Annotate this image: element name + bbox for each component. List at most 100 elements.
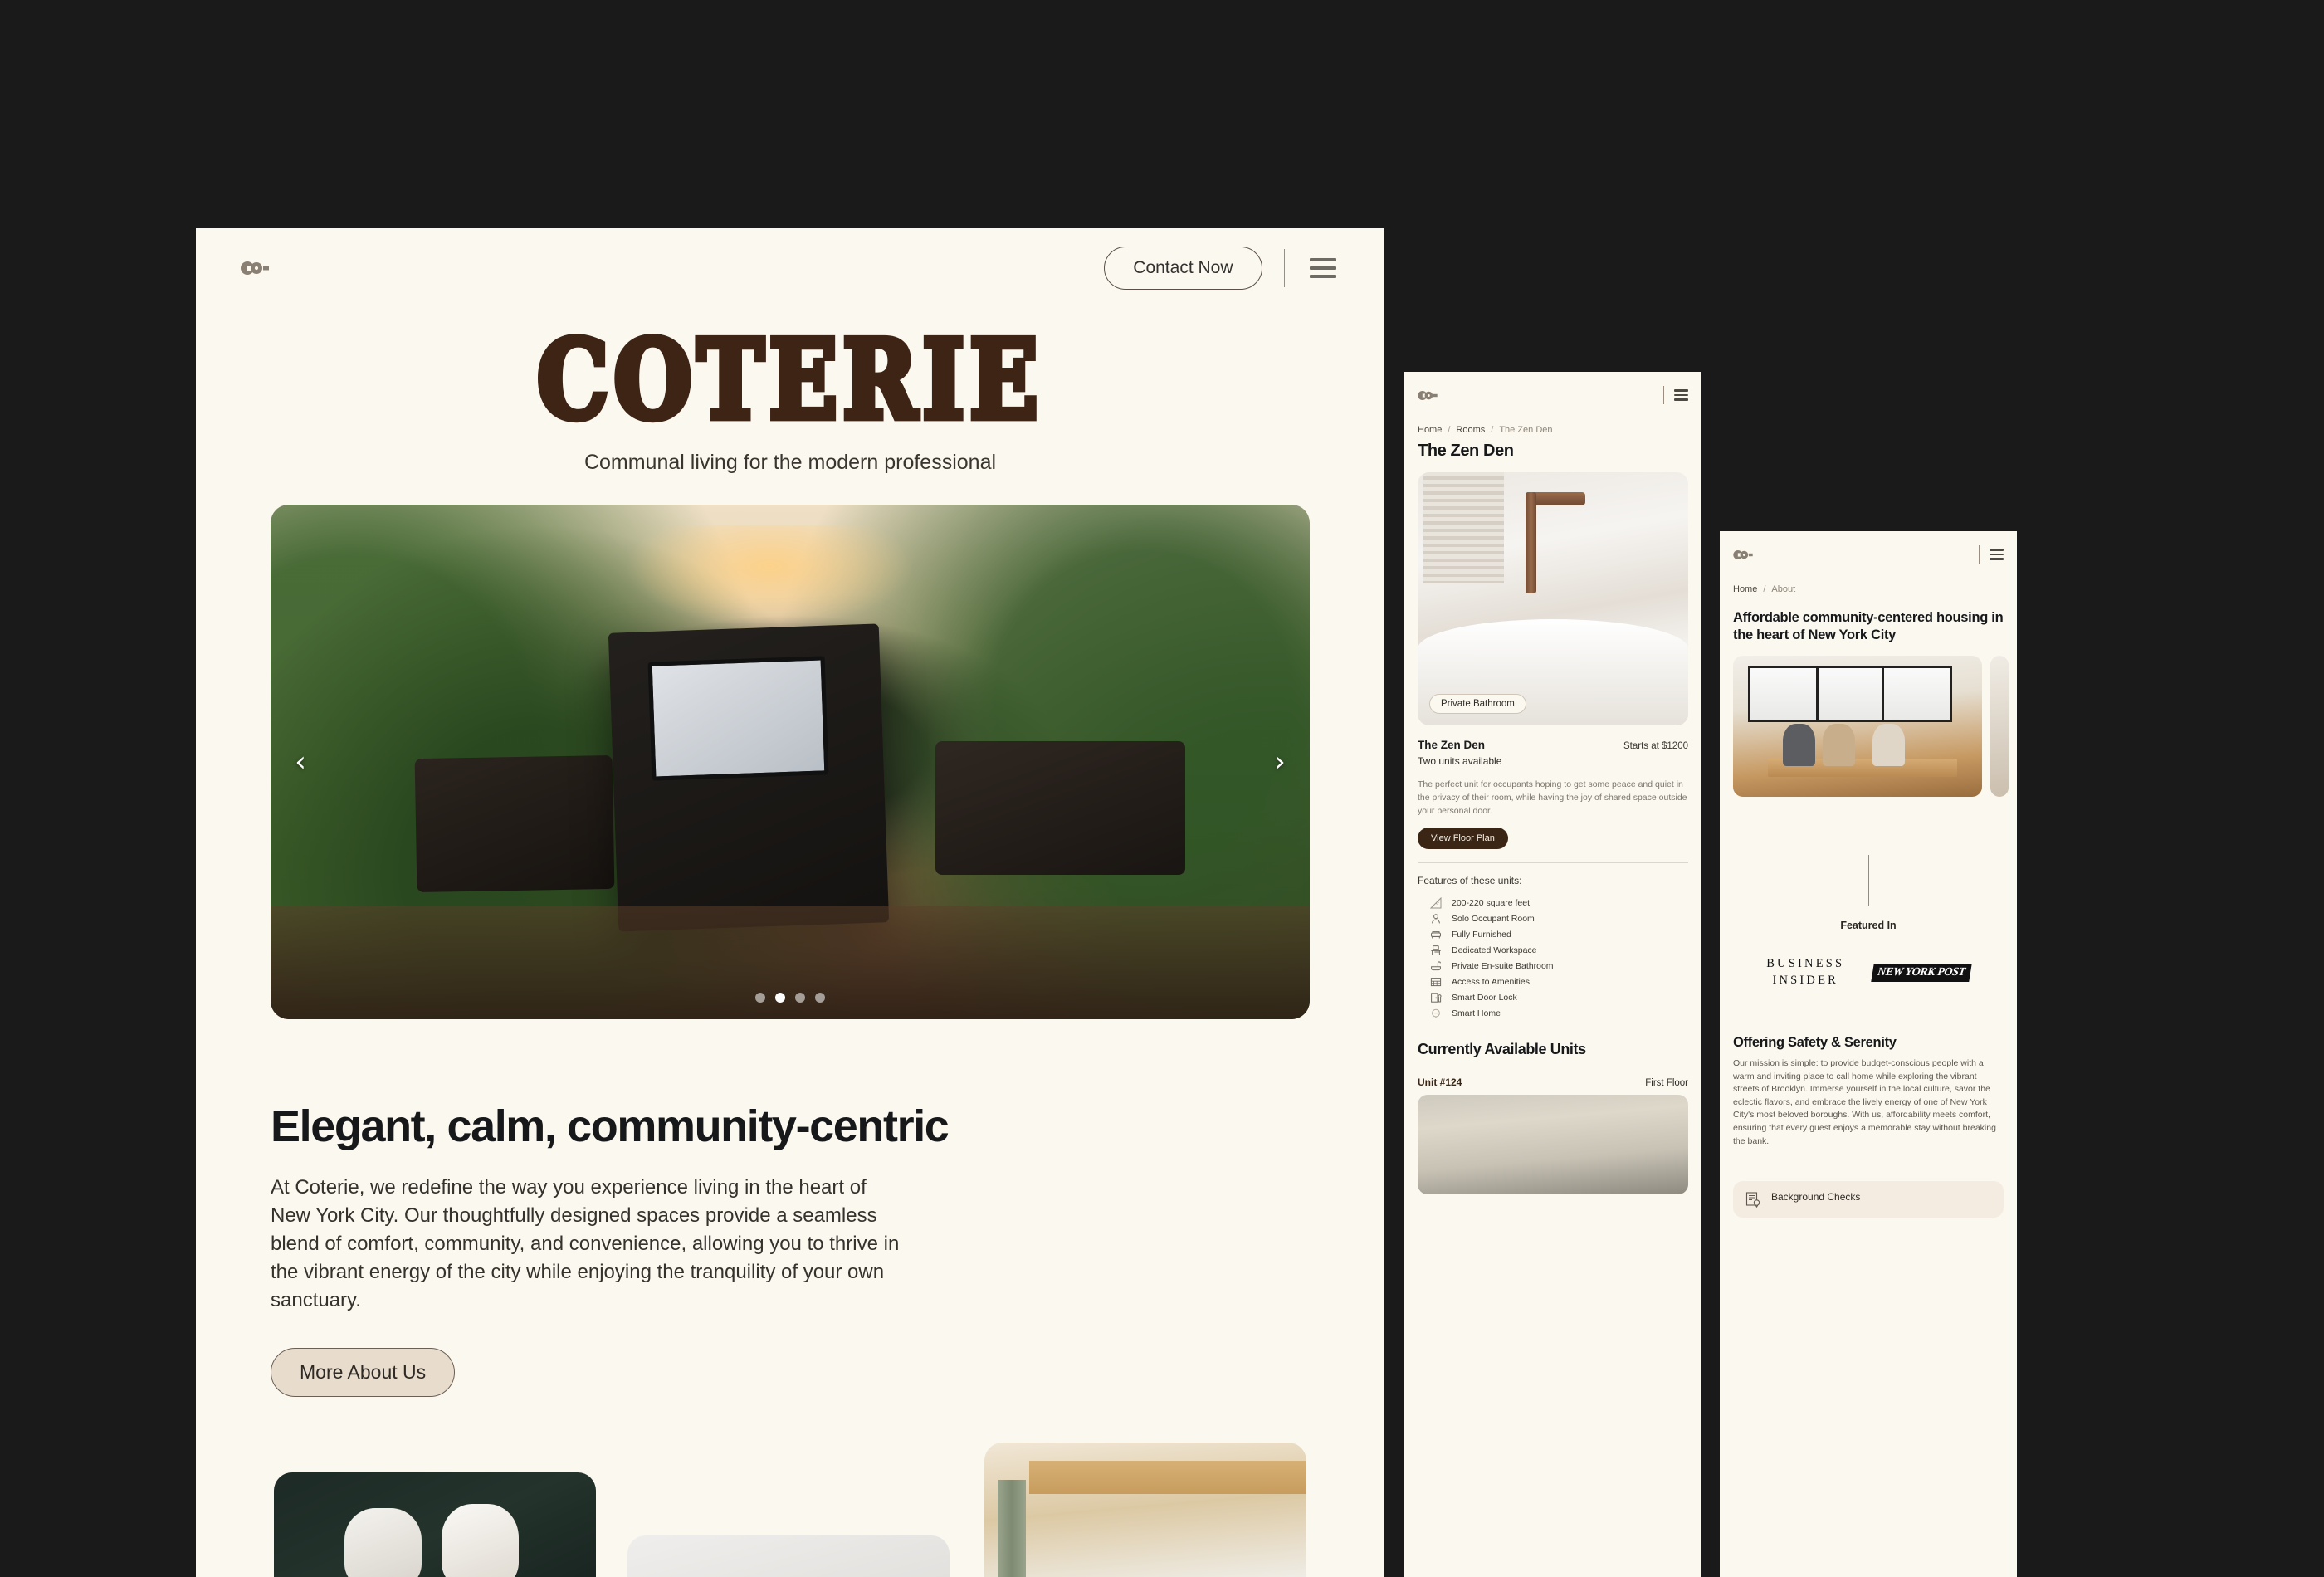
smart-home-icon xyxy=(1429,1007,1442,1019)
coterie-wordmark: COTERIE xyxy=(534,315,1043,444)
room-availability: Two units available xyxy=(1418,755,1502,767)
about-body: At Coterie, we redefine the way you expe… xyxy=(271,1176,900,1312)
unit-row[interactable]: Unit #124 First Floor xyxy=(1418,1077,1688,1088)
screenshot-stage: Contact Now COTERIE Communal living for … xyxy=(0,0,2324,1577)
breadcrumb-item-home[interactable]: Home xyxy=(1418,425,1442,435)
hero-carousel[interactable]: ‹ › xyxy=(271,505,1310,1019)
coterie-logo-icon[interactable] xyxy=(241,261,269,275)
feature-label: Access to Amenities xyxy=(1452,976,1530,987)
bed-icon xyxy=(1429,928,1442,940)
feature-label: 200-220 square feet xyxy=(1452,897,1530,908)
desktop-header-actions: Contact Now xyxy=(1104,247,1340,290)
about-image-carousel[interactable] xyxy=(1733,656,2017,798)
room-description: The perfect unit for occupants hoping to… xyxy=(1418,779,1687,816)
room-name: The Zen Den xyxy=(1418,739,1486,751)
carousel-dot[interactable] xyxy=(755,993,765,1003)
document-seal-icon xyxy=(1745,1191,1761,1208)
business-insider-line2: INSIDER xyxy=(1772,973,1839,987)
mission-heading: Offering Safety & Serenity xyxy=(1733,1035,1897,1051)
room-page-title: The Zen Den xyxy=(1418,442,1514,460)
desk-icon xyxy=(1429,944,1442,956)
breadcrumb-separator: / xyxy=(1763,584,1766,594)
breadcrumb: Home / About xyxy=(1720,578,2017,594)
hamburger-menu-icon[interactable] xyxy=(1306,255,1340,281)
room-header xyxy=(1404,372,1702,418)
background-checks-card[interactable]: Background Checks xyxy=(1733,1181,2004,1218)
feature-item: Private En-suite Bathroom xyxy=(1429,958,1688,974)
person-detail xyxy=(1823,723,1855,766)
coterie-logo-icon[interactable] xyxy=(1733,549,1753,559)
header-divider xyxy=(1662,386,1664,404)
room-photo-badge: Private Bathroom xyxy=(1429,694,1526,714)
about-header-actions xyxy=(1978,545,2004,564)
hamburger-menu-icon[interactable] xyxy=(1674,389,1688,401)
about-section: Elegant, calm, community-centric At Cote… xyxy=(271,1101,1310,1398)
coterie-logo-icon[interactable] xyxy=(1418,390,1438,400)
breadcrumb-item-current: The Zen Den xyxy=(1499,425,1553,435)
room-detail-window: Home / Rooms / The Zen Den The Zen Den P… xyxy=(1404,372,1702,1577)
divider xyxy=(1418,862,1688,864)
contact-now-button[interactable]: Contact Now xyxy=(1104,247,1262,290)
header-divider xyxy=(1283,249,1285,287)
view-floor-plan-button[interactable]: View Floor Plan xyxy=(1418,828,1508,850)
room-header-actions xyxy=(1662,386,1688,404)
business-insider-line1: BUSINESS xyxy=(1766,957,1845,971)
header-divider xyxy=(1978,545,1980,564)
carousel-dot-active[interactable] xyxy=(775,993,785,1003)
carousel-dots[interactable] xyxy=(755,993,825,1003)
unit-floor: First Floor xyxy=(1645,1078,1688,1089)
new-york-post-logo: NEW YORK POST xyxy=(1871,963,1972,982)
breadcrumb-separator: / xyxy=(1448,425,1451,435)
about-page-title: Affordable community-centered housing in… xyxy=(1733,610,2004,643)
breadcrumb-item-home[interactable]: Home xyxy=(1733,584,1757,594)
feature-item: Smart Door Lock xyxy=(1429,989,1688,1005)
breadcrumb: Home / Rooms / The Zen Den xyxy=(1404,418,1702,435)
gallery-image-stairwell-interior[interactable] xyxy=(627,1536,950,1577)
business-insider-logo: BUSINESS INSIDER xyxy=(1766,956,1844,989)
carousel-dot[interactable] xyxy=(795,993,805,1003)
carousel-dot[interactable] xyxy=(815,993,825,1003)
tagline: Communal living for the modern professio… xyxy=(583,451,997,474)
chevron-right-icon[interactable]: › xyxy=(1262,744,1298,780)
feature-item: Dedicated Workspace xyxy=(1429,942,1688,958)
feature-label: Smart Home xyxy=(1452,1008,1501,1018)
breadcrumb-item-rooms[interactable]: Rooms xyxy=(1456,425,1485,435)
about-heading: Elegant, calm, community-centric xyxy=(271,1101,950,1151)
about-image-communal-dining[interactable] xyxy=(1733,656,1982,798)
features-title: Features of these units: xyxy=(1418,875,1522,887)
feature-label: Smart Door Lock xyxy=(1452,992,1517,1003)
hamburger-menu-icon[interactable] xyxy=(1990,549,2004,560)
feature-label: Dedicated Workspace xyxy=(1452,945,1537,955)
desktop-header: Contact Now xyxy=(196,228,1384,308)
about-page-window: Home / About Affordable community-center… xyxy=(1720,531,2017,1577)
hero-image-coworking-lounge xyxy=(271,505,1310,1019)
room-photo-bathroom[interactable]: Private Bathroom xyxy=(1418,472,1688,725)
featured-in-label: Featured In xyxy=(1840,920,1897,932)
person-detail xyxy=(1872,723,1905,766)
features-list: 200-220 square feet Solo Occupant Room F… xyxy=(1429,895,1688,1021)
room-price: Starts at $1200 xyxy=(1623,741,1688,751)
mission-body: Our mission is simple: to provide budget… xyxy=(1733,1058,1996,1146)
feature-item: Solo Occupant Room xyxy=(1429,911,1688,926)
unit-photo[interactable] xyxy=(1418,1095,1688,1195)
more-about-us-button[interactable]: More About Us xyxy=(271,1348,456,1398)
about-header xyxy=(1720,531,2017,578)
background-checks-title: Background Checks xyxy=(1771,1191,1861,1204)
bathtub-icon xyxy=(1429,959,1442,972)
feature-item: Smart Home xyxy=(1429,1005,1688,1021)
about-image-next-peek[interactable] xyxy=(1990,656,2009,798)
ruler-icon xyxy=(1429,896,1442,909)
breadcrumb-item-current: About xyxy=(1771,584,1796,594)
gallery-image-two-women-in-towels[interactable] xyxy=(274,1472,596,1577)
desktop-home-window: Contact Now COTERIE Communal living for … xyxy=(196,228,1384,1577)
person-detail xyxy=(1783,723,1815,766)
press-logos: BUSINESS INSIDER NEW YORK POST xyxy=(1720,956,2017,989)
person-icon xyxy=(1429,912,1442,925)
chevron-left-icon[interactable]: ‹ xyxy=(282,744,319,780)
building-icon xyxy=(1429,975,1442,988)
vertical-rule xyxy=(1868,855,1869,907)
feature-item: Fully Furnished xyxy=(1429,926,1688,942)
room-summary: The Zen Den Starts at $1200 Two units av… xyxy=(1418,739,1688,767)
feature-label: Private En-suite Bathroom xyxy=(1452,960,1554,971)
gallery-image-loft-window-curtain[interactable] xyxy=(984,1443,1306,1577)
